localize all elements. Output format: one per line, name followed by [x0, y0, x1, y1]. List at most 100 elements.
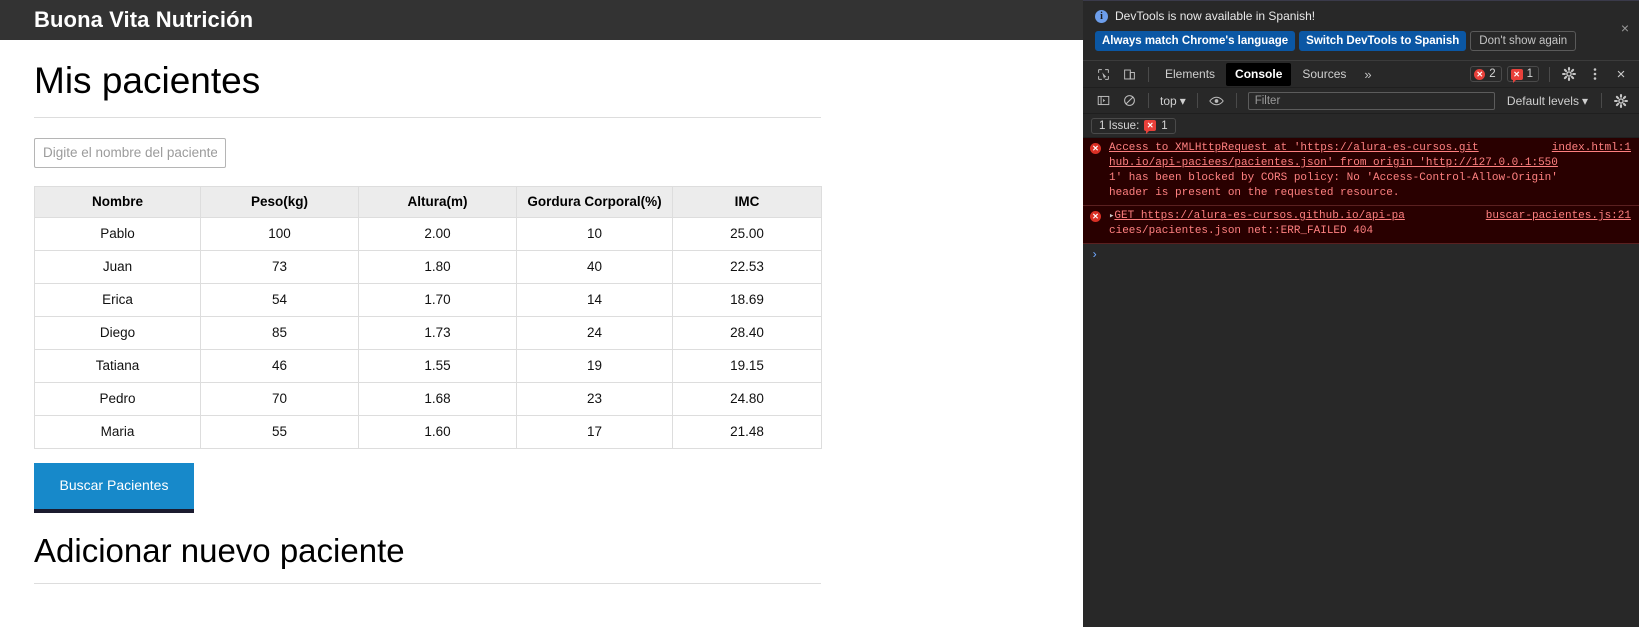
console-source-link[interactable]: buscar-pacientes.js:21 [1486, 209, 1631, 224]
cell-nombre: Maria [34, 414, 201, 449]
cell-gordura: 23 [516, 381, 673, 416]
issues-count: 1 [1161, 119, 1168, 132]
issue-count-value: 1 [1526, 68, 1533, 80]
console-toolbar: top ▾ Default levels ▾ [1083, 88, 1639, 114]
always-match-language-button[interactable]: Always match Chrome's language [1095, 31, 1296, 51]
toolbar-separator [1235, 93, 1237, 108]
console-error-line: ciees/pacientes.json net::ERR_FAILED 404 [1109, 225, 1374, 237]
error-icon: ✕ [1474, 68, 1486, 80]
tab-sources[interactable]: Sources [1293, 63, 1355, 86]
log-levels-label: Default levels [1506, 93, 1579, 108]
device-toolbar-icon[interactable] [1117, 63, 1141, 85]
console-error-message[interactable]: ✕ index.html:1 Access to XMLHttpRequest … [1083, 138, 1639, 206]
table-row: Pedro 70 1.68 23 24.80 [34, 381, 822, 416]
console-settings-icon[interactable] [1609, 90, 1633, 112]
cell-imc: 28.40 [672, 315, 822, 350]
cell-nombre: Tatiana [34, 348, 201, 383]
gear-icon[interactable] [1557, 63, 1581, 85]
notification-actions: Always match Chrome's language Switch De… [1095, 31, 1629, 51]
toolbar-separator [1601, 93, 1602, 108]
table-row: Diego 85 1.73 24 28.40 [34, 315, 822, 350]
console-source-link[interactable]: index.html:1 [1552, 141, 1631, 156]
devtools-panel: i DevTools is now available in Spanish! … [1083, 0, 1639, 627]
cell-gordura: 24 [516, 315, 673, 350]
patients-table: Nombre Peso(kg) Altura(m) Gordura Corpor… [34, 185, 822, 449]
cell-nombre: Pablo [34, 216, 201, 251]
error-icon: ✕ [1090, 211, 1101, 222]
cell-gordura: 19 [516, 348, 673, 383]
tab-elements[interactable]: Elements [1156, 63, 1224, 86]
issues-bar: 1 Issue: ✕ 1 [1083, 114, 1639, 138]
cell-peso: 70 [200, 381, 359, 416]
cell-imc: 18.69 [672, 282, 822, 317]
console-input-prompt[interactable]: › [1083, 244, 1639, 266]
console-error-line: header is present on the requested resou… [1109, 187, 1400, 199]
console-error-line: hub.io/api-paciees/pacientes.json' from … [1109, 157, 1558, 169]
cell-gordura: 14 [516, 282, 673, 317]
more-options-icon[interactable] [1583, 63, 1607, 85]
cell-altura: 1.68 [358, 381, 517, 416]
site-title: Buona Vita Nutrición [34, 7, 254, 32]
more-tabs-icon[interactable]: » [1357, 67, 1378, 82]
console-output: ✕ index.html:1 Access to XMLHttpRequest … [1083, 138, 1639, 266]
toolbar-separator [1549, 66, 1550, 82]
issues-label: 1 Issue: [1099, 119, 1140, 132]
error-count-badge[interactable]: ✕ 2 [1470, 66, 1502, 82]
issue-icon: ✕ [1144, 120, 1157, 134]
live-expression-icon[interactable] [1205, 90, 1229, 112]
patient-search-input[interactable] [34, 137, 226, 168]
devtools-main-toolbar: Elements Console Sources » ✕ 2 ✕ 1 × [1083, 61, 1639, 88]
cell-nombre: Juan [34, 249, 201, 284]
clear-console-icon[interactable] [1117, 90, 1141, 112]
cell-peso: 73 [200, 249, 359, 284]
col-header-nombre: Nombre [34, 185, 201, 218]
cell-altura: 1.80 [358, 249, 517, 284]
table-row: Maria 55 1.60 17 21.48 [34, 414, 822, 449]
notification-message: DevTools is now available in Spanish! [1115, 9, 1316, 23]
notification-message-row: i DevTools is now available in Spanish! [1095, 9, 1629, 23]
prompt-caret-icon: › [1091, 248, 1099, 262]
table-row: Erica 54 1.70 14 18.69 [34, 282, 822, 317]
console-error-text-1: GET https://alura-es-cursos.github.io/ap… [1114, 210, 1405, 222]
issue-count-badge[interactable]: ✕ 1 [1506, 66, 1539, 83]
execution-context-label: top [1160, 93, 1177, 108]
cell-peso: 85 [200, 315, 359, 350]
console-error-message[interactable]: ✕ buscar-pacientes.js:21 ▸GET https://al… [1083, 206, 1639, 244]
switch-devtools-to-spanish-button[interactable]: Switch DevTools to Spanish [1299, 31, 1467, 51]
cell-imc: 24.80 [672, 381, 822, 416]
tab-console[interactable]: Console [1226, 62, 1292, 86]
cell-peso: 55 [200, 414, 359, 449]
inspect-element-icon[interactable] [1091, 63, 1115, 85]
toolbar-separator [1196, 93, 1198, 108]
console-sidebar-icon[interactable] [1091, 90, 1115, 112]
dont-show-again-button[interactable]: Don't show again [1470, 31, 1577, 51]
cell-nombre: Erica [34, 282, 201, 317]
console-filter-input[interactable] [1247, 91, 1495, 110]
close-devtools-icon[interactable]: × [1609, 63, 1633, 85]
cell-altura: 2.00 [358, 216, 517, 251]
table-row: Pablo 100 2.00 10 25.00 [34, 216, 822, 251]
cell-altura: 1.70 [358, 282, 517, 317]
site-header: Buona Vita Nutrición [0, 0, 1083, 40]
issues-chip[interactable]: 1 Issue: ✕ 1 [1091, 117, 1176, 134]
close-icon[interactable]: × [1621, 21, 1629, 35]
error-count-value: 2 [1489, 68, 1496, 80]
cell-altura: 1.55 [358, 348, 517, 383]
cell-nombre: Diego [34, 315, 201, 350]
col-header-peso: Peso(kg) [200, 185, 359, 218]
cell-peso: 46 [200, 348, 359, 383]
divider-top [34, 116, 821, 118]
toolbar-separator [1148, 66, 1149, 82]
cell-altura: 1.60 [358, 414, 517, 449]
execution-context-selector[interactable]: top ▾ [1156, 94, 1190, 108]
error-icon: ✕ [1090, 143, 1101, 154]
cell-nombre: Pedro [34, 381, 201, 416]
col-header-imc: IMC [672, 185, 822, 218]
cell-imc: 22.53 [672, 249, 822, 284]
issue-icon: ✕ [1510, 68, 1523, 83]
log-levels-selector[interactable]: Default levels ▾ [1501, 94, 1594, 108]
page-title-adicionar-paciente: Adicionar nuevo paciente [34, 531, 405, 569]
buscar-pacientes-button[interactable]: Buscar Pacientes [34, 462, 194, 513]
col-header-gordura: Gordura Corporal(%) [516, 185, 673, 218]
web-page-content: Buona Vita Nutrición Mis pacientes Nombr… [0, 0, 1083, 627]
